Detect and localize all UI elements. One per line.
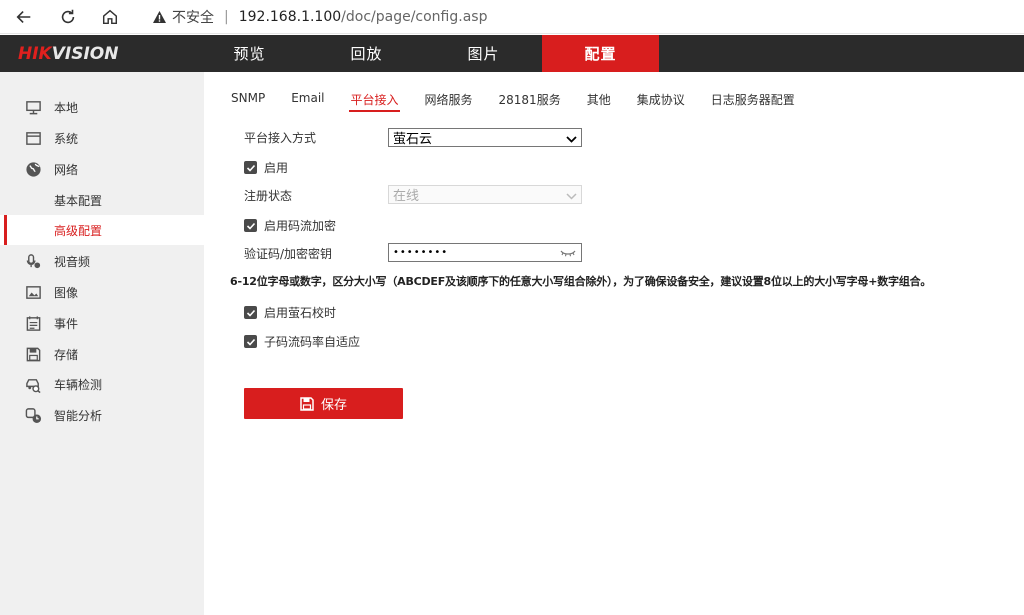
chevron-down-icon <box>566 133 577 148</box>
url-host: 192.168.1.100 <box>238 9 342 25</box>
enable-label: 启用 <box>264 161 289 175</box>
tab-log-server[interactable]: 日志服务器配置 <box>698 86 808 112</box>
adaptive-bitrate-checkbox[interactable] <box>244 335 257 348</box>
chevron-down-icon <box>566 190 577 205</box>
globe-icon <box>24 160 42 178</box>
tab-integration-protocol[interactable]: 集成协议 <box>624 86 698 112</box>
password-hint: 6-12位字母或数字，区分大小写（ABCDEF及该顺序下的任意大小写组合除外），… <box>230 275 932 288</box>
save-icon <box>24 345 42 363</box>
top-nav: 预览 回放 图片 配置 <box>191 35 659 72</box>
stream-encrypt-checkbox[interactable] <box>244 219 257 232</box>
tab-other[interactable]: 其他 <box>574 86 624 112</box>
tab-email[interactable]: Email <box>278 86 337 112</box>
access-mode-row: 平台接入方式 <box>244 129 316 146</box>
access-mode-label: 平台接入方式 <box>244 131 317 145</box>
reload-icon[interactable] <box>56 5 80 29</box>
tab-network-service[interactable]: 网络服务 <box>412 86 486 112</box>
sidebar-item-video-audio[interactable]: 视音频 <box>0 246 204 276</box>
eye-closed-icon[interactable] <box>560 247 576 262</box>
enable-checkbox[interactable] <box>244 161 257 174</box>
enable-row[interactable]: 启用 <box>244 159 288 176</box>
warning-triangle-icon[interactable] <box>152 10 167 24</box>
url-path: /doc/page/config.asp <box>341 9 488 25</box>
sidebar-item-image[interactable]: 图像 <box>0 277 204 307</box>
top-nav-config[interactable]: 配置 <box>542 35 659 72</box>
key-label: 验证码/加密密钥 <box>244 247 333 261</box>
sidebar-item-storage[interactable]: 存储 <box>0 339 204 369</box>
smart-analysis-icon <box>24 406 42 424</box>
timesync-checkbox[interactable] <box>244 306 257 319</box>
tab-snmp[interactable]: SNMP <box>218 86 278 112</box>
sidebar-item-local[interactable]: 本地 <box>0 92 204 122</box>
save-button[interactable]: 保存 <box>244 388 403 419</box>
adaptive-bitrate-row[interactable]: 子码流码率自适应 <box>244 333 360 350</box>
timesync-row[interactable]: 启用萤石校时 <box>244 304 336 321</box>
timesync-label: 启用萤石校时 <box>264 306 337 320</box>
key-row: 验证码/加密密钥 <box>244 245 332 262</box>
reg-status-select: 在线 <box>388 185 582 204</box>
sidebar-item-network[interactable]: 网络 <box>0 154 204 184</box>
hikvision-logo: HIKVISION <box>18 44 119 64</box>
app-header: HIKVISION 预览 回放 图片 配置 <box>0 35 1024 72</box>
save-icon <box>300 396 314 411</box>
adaptive-bitrate-label: 子码流码率自适应 <box>264 335 361 349</box>
monitor-icon <box>24 98 42 116</box>
security-warning[interactable]: 不安全 <box>172 7 214 27</box>
event-icon <box>24 314 42 332</box>
image-icon <box>24 283 42 301</box>
stream-encrypt-label: 启用码流加密 <box>264 219 337 233</box>
sidebar-item-event[interactable]: 事件 <box>0 308 204 338</box>
sidebar: 本地 系统 网络 基本配置 高级配置 视音频 图像 事件 存储 车辆检测 智能分… <box>0 72 204 615</box>
tab-28181-service[interactable]: 28181服务 <box>486 86 574 112</box>
window-icon <box>24 129 42 147</box>
address-bar[interactable]: 不安全 | 192.168.1.100 /doc/page/config.asp <box>152 7 487 27</box>
sidebar-item-basic-config[interactable]: 基本配置 <box>0 185 204 215</box>
tab-platform-access[interactable]: 平台接入 <box>337 86 411 112</box>
top-nav-preview[interactable]: 预览 <box>191 35 308 72</box>
access-mode-select[interactable]: 萤石云 <box>388 128 582 147</box>
vehicle-icon <box>24 375 42 393</box>
stream-encrypt-row[interactable]: 启用码流加密 <box>244 217 336 234</box>
top-nav-playback[interactable]: 回放 <box>308 35 425 72</box>
reg-status-label: 注册状态 <box>244 189 293 203</box>
config-tabs: SNMP Email 平台接入 网络服务 28181服务 其他 集成协议 日志服… <box>218 86 808 112</box>
reg-status-row: 注册状态 <box>244 187 292 204</box>
back-arrow-icon[interactable] <box>12 5 36 29</box>
sidebar-item-system[interactable]: 系统 <box>0 123 204 153</box>
sidebar-item-smart-analysis[interactable]: 智能分析 <box>0 400 204 430</box>
top-nav-picture[interactable]: 图片 <box>425 35 542 72</box>
mic-icon <box>24 252 42 270</box>
address-separator: | <box>224 9 229 25</box>
encryption-key-input[interactable]: •••••••• <box>388 243 582 262</box>
browser-toolbar: 不安全 | 192.168.1.100 /doc/page/config.asp <box>0 0 1024 34</box>
home-icon[interactable] <box>98 5 122 29</box>
sidebar-item-vehicle-detection[interactable]: 车辆检测 <box>0 369 204 399</box>
sidebar-item-advanced-config[interactable]: 高级配置 <box>0 215 204 245</box>
